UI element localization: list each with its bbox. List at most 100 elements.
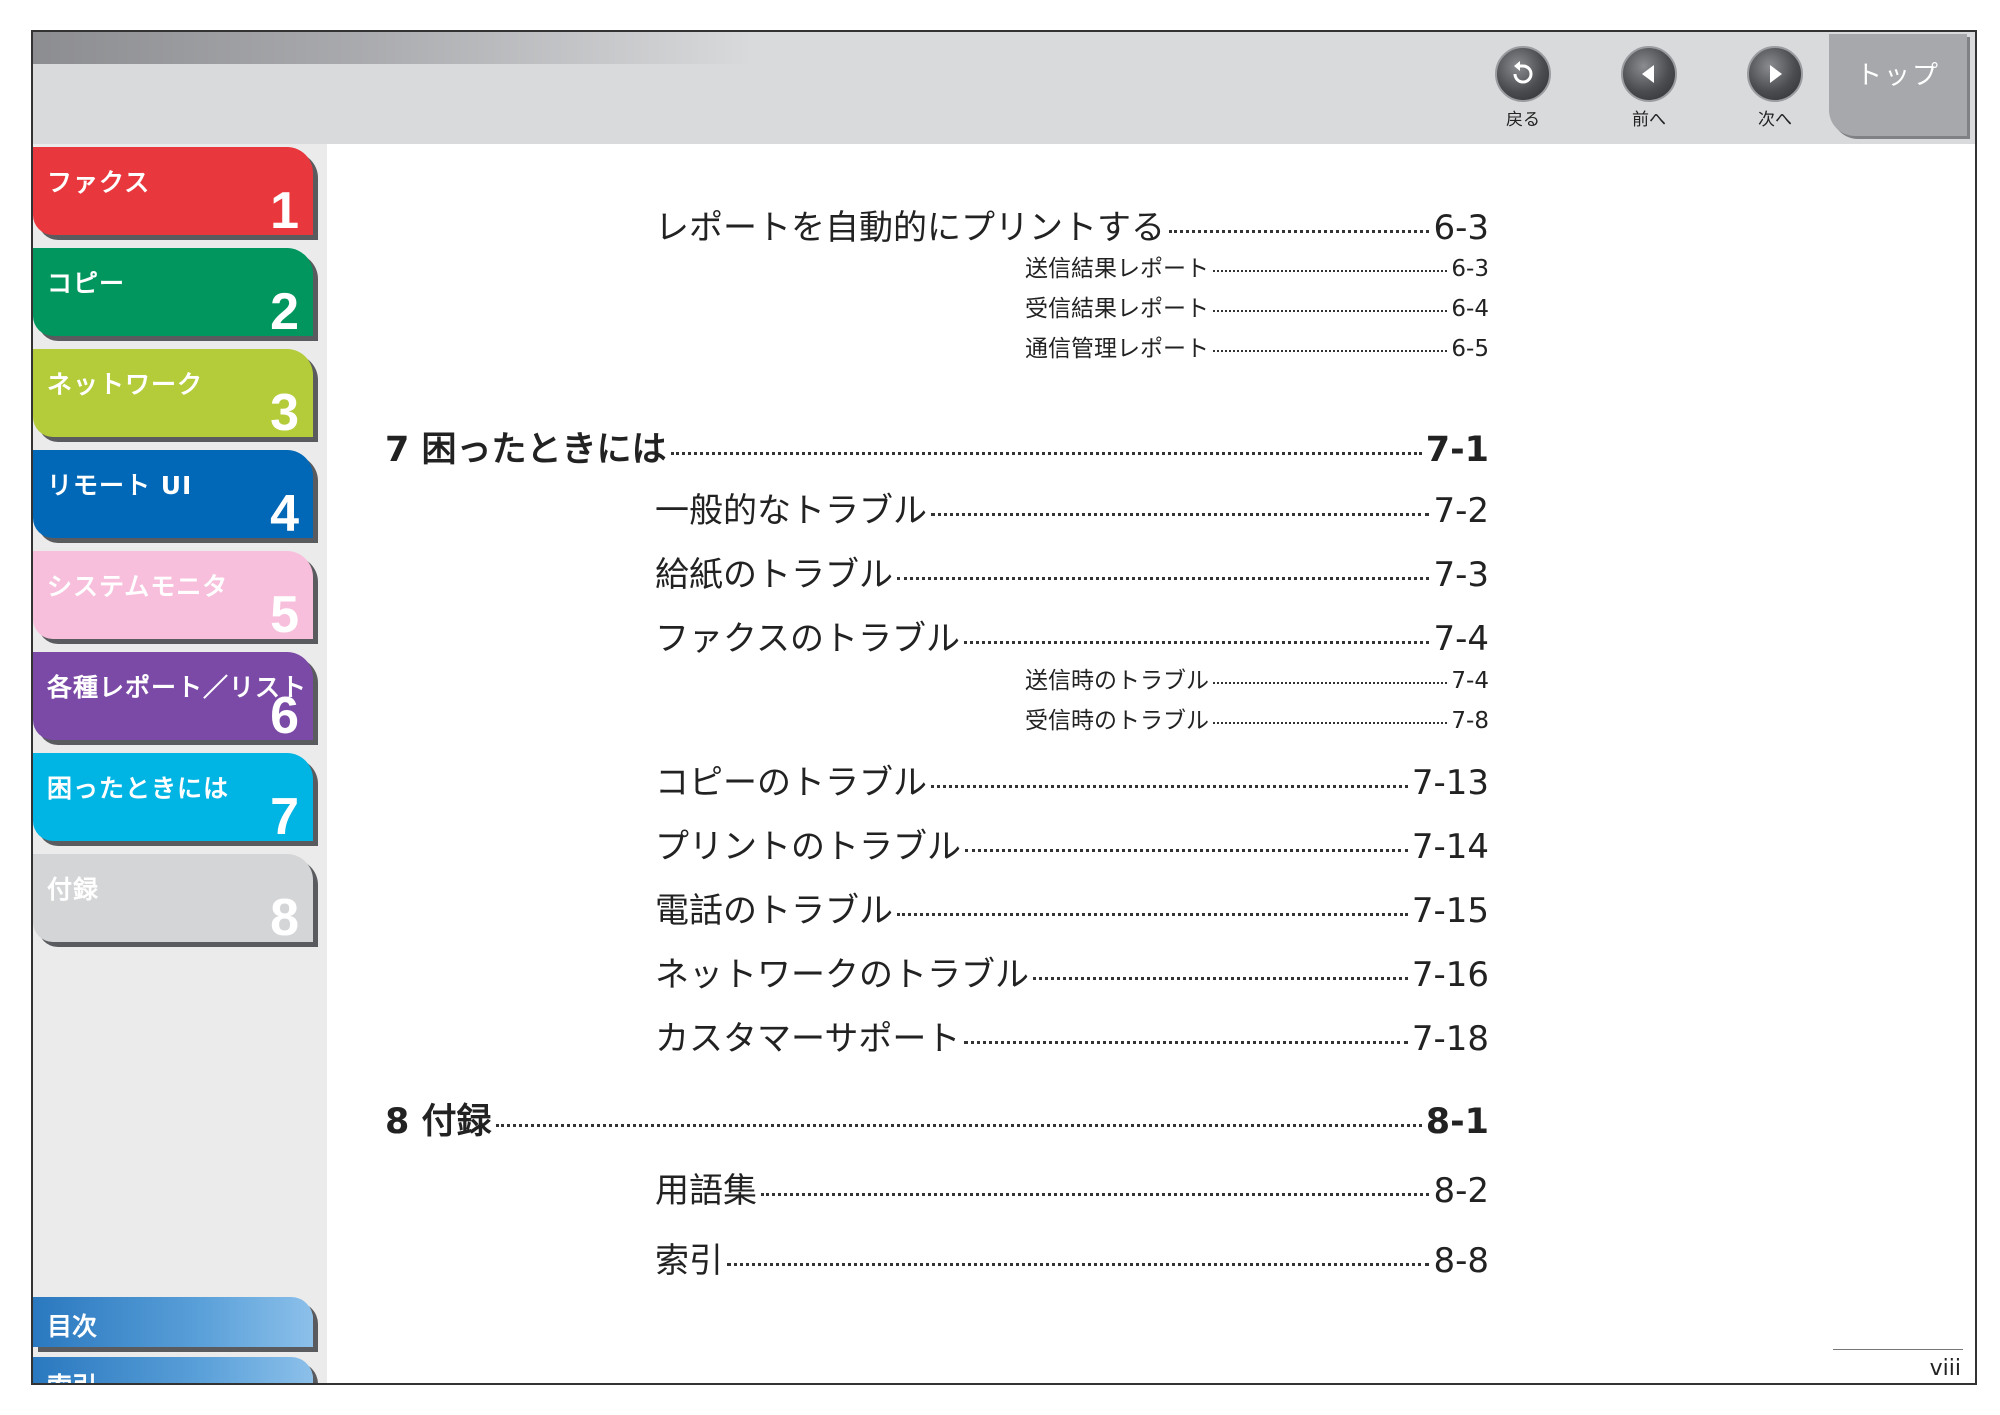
toc-entry-title: 7 困ったときには [385, 430, 667, 470]
toc-entry-page: 7-18 [1411, 1019, 1489, 1059]
chapter-tab-label: 各種レポート／リスト [47, 673, 308, 702]
toc-entry[interactable]: 給紙のトラブル 7-3 [655, 547, 1489, 596]
back-button[interactable]: 戻る [1483, 46, 1563, 136]
chapter-tab-label: ファクス [47, 168, 151, 197]
chapter-tab-number: 7 [270, 788, 299, 846]
toc-entry[interactable]: プリントのトラブル 7-14 [655, 819, 1489, 868]
toc-entry[interactable]: カスタマーサポート 7-18 [655, 1011, 1489, 1060]
prev-label: 前へ [1632, 110, 1666, 130]
chapter-tab-6[interactable]: 各種レポート／リスト 6 [33, 652, 313, 745]
chapter-tab-number: 8 [270, 889, 299, 947]
prev-arrow-icon [1621, 46, 1677, 102]
toc-entry-title: 電話のトラブル [655, 891, 893, 931]
toc-leader-dots [931, 513, 1430, 516]
toc-entry[interactable]: レポートを自動的にプリントする 6-3 [655, 200, 1489, 249]
chapter-tab-label: ネットワーク [47, 370, 204, 399]
back-icon [1495, 46, 1551, 102]
toc-entry-title: カスタマーサポート [655, 1019, 961, 1059]
toc-entry-title: プリントのトラブル [655, 827, 961, 867]
chapter-tab-1[interactable]: ファクス 1 [33, 147, 313, 240]
toc-entry-title: ファクスのトラブル [655, 619, 960, 659]
toc-entry-title: 受信時のトラブル [1025, 708, 1209, 734]
toc-entry-page: 7-2 [1433, 491, 1489, 531]
next-arrow-icon [1747, 46, 1803, 102]
next-label: 次へ [1758, 110, 1792, 130]
toc-entry-title: 8 付録 [385, 1102, 492, 1142]
toc-entry-page: 7-16 [1411, 955, 1489, 995]
top-button[interactable]: トップ [1829, 34, 1967, 136]
toc-entry[interactable]: 送信結果レポート 6-3 [1025, 249, 1489, 283]
toc-entry[interactable]: 送信時のトラブル 7-4 [1025, 661, 1489, 695]
document-frame: 戻る 前へ 次へ トップ ファクス 1 コピー 2 ネットワーク 3 リモート … [31, 30, 1977, 1385]
toc-entry-page: 7-13 [1411, 763, 1489, 803]
toc-entry-page: 7-14 [1411, 827, 1489, 867]
toc-entry[interactable]: 電話のトラブル 7-15 [655, 883, 1489, 932]
toc-entry-title: 給紙のトラブル [655, 555, 893, 595]
toc-entry-page: 8-1 [1425, 1102, 1489, 1142]
toc-leader-dots [727, 1263, 1430, 1266]
contents-button[interactable]: 目次 [33, 1297, 313, 1347]
toc-entry-title: 通信管理レポート [1025, 336, 1209, 362]
toc-entry-page: 6-3 [1451, 256, 1489, 282]
chapter-tab-number: 3 [270, 384, 299, 442]
footer-rule [1833, 1349, 1963, 1350]
toc-entry-title: 索引 [655, 1241, 723, 1281]
chapter-tab-number: 6 [270, 687, 299, 745]
toc-entry-page: 7-8 [1451, 708, 1489, 734]
toc-leader-dots [931, 785, 1408, 788]
back-label: 戻る [1506, 110, 1540, 130]
chapter-tab-5[interactable]: システムモニタ 5 [33, 551, 313, 644]
chapter-tab-number: 4 [270, 485, 299, 543]
chapter-tab-label: 付録 [47, 875, 100, 904]
toc-entry[interactable]: 通信管理レポート 6-5 [1025, 329, 1489, 363]
toc-entry-title: レポートを自動的にプリントする [655, 208, 1165, 248]
toc-leader-dots [1213, 350, 1448, 352]
chapter-tab-label: リモート UI [47, 471, 193, 500]
toc-entry[interactable]: 用語集 8-2 [655, 1163, 1489, 1212]
toc-entry-title: 送信時のトラブル [1025, 668, 1209, 694]
toc-entry-page: 7-1 [1425, 430, 1489, 470]
chapter-tab-label: 困ったときには [47, 774, 230, 803]
toc-leader-dots [1169, 230, 1430, 233]
toc-leader-dots [964, 1041, 1408, 1044]
toc-leader-dots [1033, 977, 1408, 980]
toc-leader-dots [1213, 682, 1448, 684]
chapter-tab-2[interactable]: コピー 2 [33, 248, 313, 341]
toc-entry-page: 7-15 [1411, 891, 1489, 931]
toc-entry-title: ネットワークのトラブル [655, 955, 1029, 995]
chapter-tab-4[interactable]: リモート UI 4 [33, 450, 313, 543]
next-button[interactable]: 次へ [1735, 46, 1815, 136]
toc-entry-title: 用語集 [655, 1171, 757, 1211]
toc-entry[interactable]: ネットワークのトラブル 7-16 [655, 947, 1489, 996]
toc-entry[interactable]: コピーのトラブル 7-13 [655, 755, 1489, 804]
prev-button[interactable]: 前へ [1609, 46, 1689, 136]
toc-entry[interactable]: 索引 8-8 [655, 1233, 1489, 1282]
toc-entry[interactable]: 受信結果レポート 6-4 [1025, 289, 1489, 323]
index-button[interactable]: 索引 [33, 1357, 313, 1383]
toc-entry-page: 7-4 [1433, 619, 1489, 659]
chapter-tab-7[interactable]: 困ったときには 7 [33, 753, 313, 846]
toc-entry-page: 6-3 [1433, 208, 1489, 248]
toc-entry[interactable]: ファクスのトラブル 7-4 [655, 611, 1489, 660]
toc-entry-page: 8-2 [1433, 1171, 1489, 1211]
toc-leader-dots [897, 577, 1430, 580]
toc-entry-page: 6-4 [1451, 296, 1489, 322]
toc-entry[interactable]: 8 付録 8-1 [385, 1093, 1489, 1144]
chapter-sidebar: ファクス 1 コピー 2 ネットワーク 3 リモート UI 4 システムモニタ … [33, 144, 327, 1383]
toc-entry-title: コピーのトラブル [655, 763, 927, 803]
chapter-tab-8[interactable]: 付録 8 [33, 854, 313, 947]
toc-leader-dots [963, 641, 1430, 644]
index-label: 索引 [47, 1367, 97, 1383]
toc-entry[interactable]: 7 困ったときには 7-1 [385, 421, 1489, 472]
toc-entry[interactable]: 受信時のトラブル 7-8 [1025, 701, 1489, 735]
toc-leader-dots [897, 913, 1408, 916]
chapter-tab-3[interactable]: ネットワーク 3 [33, 349, 313, 442]
chapter-tab-number: 2 [270, 283, 299, 341]
toc-leader-dots [1213, 722, 1448, 724]
toc-entry[interactable]: 一般的なトラブル 7-2 [655, 483, 1489, 532]
contents-label: 目次 [47, 1312, 98, 1341]
toc-leader-dots [670, 452, 1422, 455]
toc-entry-title: 受信結果レポート [1025, 296, 1209, 322]
toc-entry-page: 7-4 [1451, 668, 1489, 694]
toc-entry-page: 6-5 [1451, 336, 1489, 362]
